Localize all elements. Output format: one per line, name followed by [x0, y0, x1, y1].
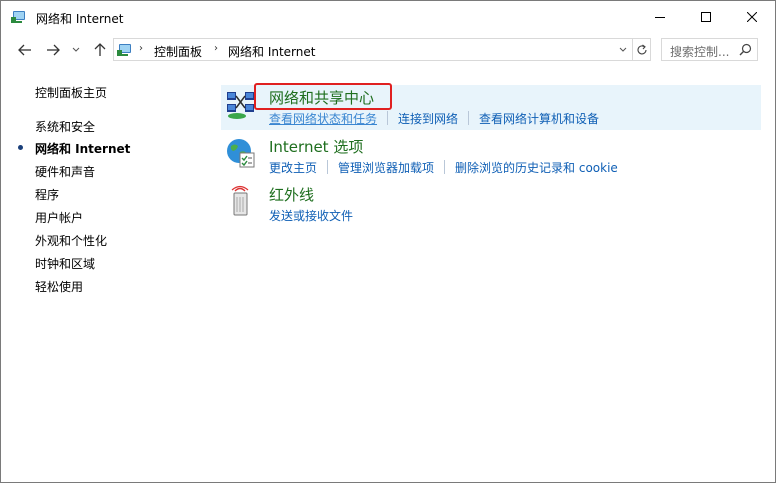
- close-icon: [747, 12, 757, 22]
- internet-options-links: 更改主页 管理浏览器加载项 删除浏览的历史记录和 cookie: [269, 159, 618, 176]
- breadcrumb-separator-icon: ›: [214, 43, 218, 54]
- up-button[interactable]: [90, 40, 110, 60]
- category-network-sharing: 网络和共享中心 查看网络状态和任务 连接到网络 查看网络计算机和设备: [221, 85, 761, 130]
- maximize-icon: [701, 12, 711, 22]
- breadcrumb-network-internet[interactable]: 网络和 Internet: [228, 43, 315, 60]
- control-panel-icon: [117, 42, 133, 58]
- connect-to-network-link[interactable]: 连接到网络: [398, 110, 458, 127]
- link-divider: [327, 160, 329, 174]
- control-panel-window: 网络和 Internet › 控制面板 › 网络和 Internet 搜索控制.…: [0, 0, 776, 483]
- chevron-down-icon: [72, 47, 80, 52]
- forward-button[interactable]: [43, 40, 63, 60]
- link-divider: [468, 111, 470, 125]
- internet-options-icon: [225, 137, 257, 169]
- title-bar: 网络和 Internet: [1, 1, 775, 33]
- sidebar-item-ease-of-access[interactable]: 轻松使用: [35, 278, 83, 295]
- view-network-status-link[interactable]: 查看网络状态和任务: [269, 110, 377, 127]
- network-folder-icon: [11, 9, 27, 25]
- sidebar-item-clock-region[interactable]: 时钟和区域: [35, 255, 95, 272]
- address-dropdown-button[interactable]: [614, 39, 632, 60]
- link-divider: [387, 111, 389, 125]
- window-title: 网络和 Internet: [36, 12, 124, 26]
- close-button[interactable]: [729, 1, 775, 33]
- sidebar: 控制面板主页 系统和安全 网络和 Internet 硬件和声音 程序 用户帐户 …: [1, 67, 211, 467]
- sidebar-item-system-security[interactable]: 系统和安全: [35, 118, 95, 135]
- arrow-up-icon: [94, 43, 106, 56]
- sidebar-item-programs[interactable]: 程序: [35, 186, 59, 203]
- search-input[interactable]: 搜索控制...: [661, 38, 758, 61]
- sidebar-item-network-internet[interactable]: 网络和 Internet: [35, 140, 130, 157]
- sidebar-item-hardware-sound[interactable]: 硬件和声音: [35, 163, 95, 180]
- arrow-left-icon: [18, 44, 31, 56]
- network-sharing-links: 查看网络状态和任务 连接到网络 查看网络计算机和设备: [269, 110, 599, 127]
- network-sharing-icon: [225, 88, 257, 120]
- navigation-bar: › 控制面板 › 网络和 Internet 搜索控制...: [1, 33, 775, 67]
- back-button[interactable]: [15, 40, 35, 60]
- sidebar-item-appearance[interactable]: 外观和个性化: [35, 232, 107, 249]
- arrow-right-icon: [47, 44, 60, 56]
- address-bar[interactable]: › 控制面板 › 网络和 Internet: [113, 38, 651, 61]
- recent-locations-button[interactable]: [69, 40, 83, 60]
- infrared-icon: [225, 185, 257, 217]
- sidebar-item-user-accounts[interactable]: 用户帐户: [35, 209, 83, 226]
- network-sharing-center-link[interactable]: 网络和共享中心: [269, 87, 374, 108]
- link-divider: [444, 160, 446, 174]
- breadcrumb-control-panel[interactable]: 控制面板: [154, 43, 202, 60]
- infrared-link[interactable]: 红外线: [269, 184, 314, 205]
- category-internet-options: Internet 选项 更改主页 管理浏览器加载项 删除浏览的历史记录和 coo…: [221, 134, 761, 179]
- infrared-links: 发送或接收文件: [269, 207, 353, 224]
- active-bullet-icon: [18, 145, 23, 150]
- change-homepage-link[interactable]: 更改主页: [269, 159, 317, 176]
- manage-addons-link[interactable]: 管理浏览器加载项: [338, 159, 434, 176]
- chevron-down-icon: [619, 47, 627, 52]
- search-placeholder: 搜索控制...: [670, 45, 730, 59]
- refresh-button[interactable]: [632, 39, 651, 60]
- maximize-button[interactable]: [683, 1, 729, 33]
- minimize-icon: [655, 17, 665, 18]
- sidebar-item-home[interactable]: 控制面板主页: [35, 84, 107, 101]
- internet-options-link[interactable]: Internet 选项: [269, 136, 363, 157]
- send-receive-files-link[interactable]: 发送或接收文件: [269, 207, 353, 224]
- breadcrumb-separator-icon: ›: [139, 43, 143, 54]
- view-network-computers-link[interactable]: 查看网络计算机和设备: [479, 110, 599, 127]
- search-icon: [739, 43, 752, 56]
- category-infrared: 红外线 发送或接收文件: [221, 182, 761, 227]
- refresh-icon: [637, 44, 647, 54]
- delete-history-link[interactable]: 删除浏览的历史记录和 cookie: [455, 159, 618, 176]
- minimize-button[interactable]: [637, 1, 683, 33]
